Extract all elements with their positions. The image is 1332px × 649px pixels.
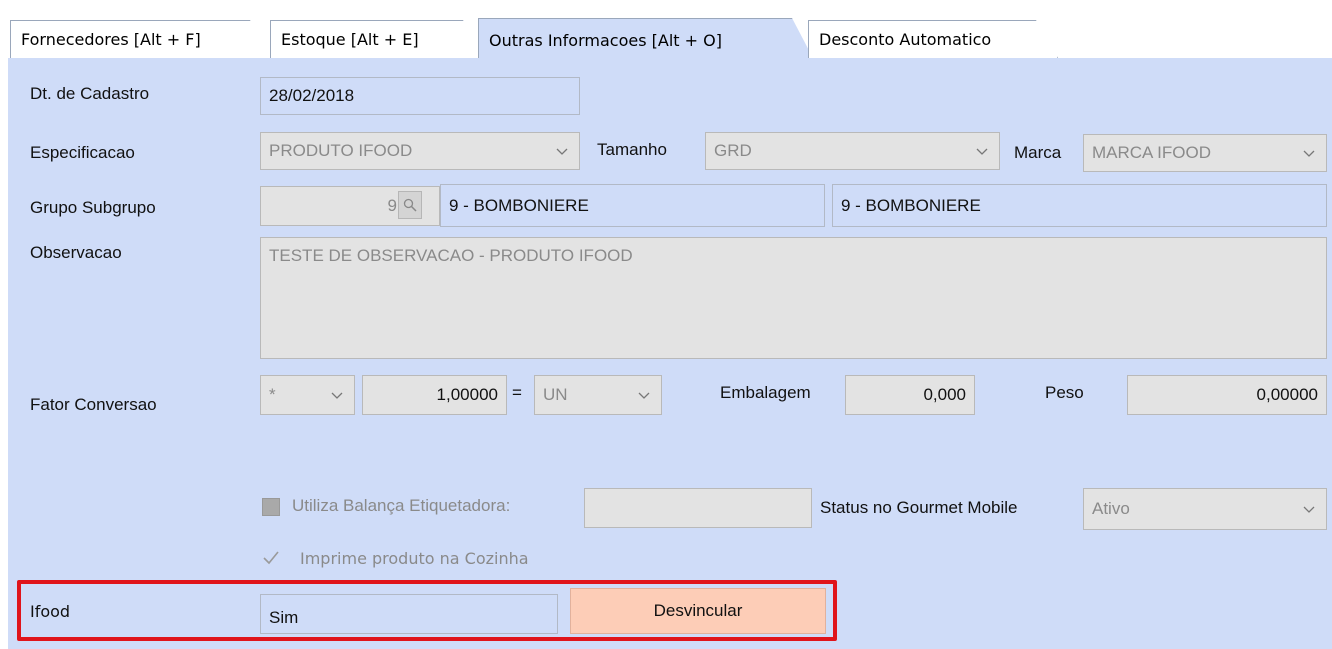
status-gourmet-select[interactable]: Ativo [1083,488,1327,530]
tab-estoque-label: Estoque [Alt + E] [281,30,419,49]
subgrupo-field: 9 - BOMBONIERE [832,184,1327,227]
embalagem-label: Embalagem [720,383,811,402]
peso-label: Peso [1045,383,1084,402]
fator-unit-select[interactable]: UN [534,375,662,415]
grupo-search-button[interactable] [398,191,422,219]
observacao-textarea[interactable]: TESTE DE OBSERVACAO - PRODUTO IFOOD [260,237,1327,359]
tab-desconto-automatico[interactable]: Desconto Automatico [808,20,1058,58]
balanca-checkbox[interactable] [262,498,280,516]
tab-estoque[interactable]: Estoque [Alt + E] [270,20,485,58]
observacao-label: Observacao [30,243,122,262]
fator-equals-sign: = [512,383,522,402]
embalagem-field[interactable]: 0,000 [845,375,975,415]
status-gourmet-label: Status no Gourmet Mobile [820,498,1018,517]
grupo-subgrupo-label: Grupo Subgrupo [30,198,156,217]
fator-amount-field[interactable]: 1,00000 [362,375,507,415]
especificacao-select[interactable]: PRODUTO IFOOD [260,132,580,170]
chevron-down-icon [976,148,988,155]
marca-label: Marca [1014,143,1062,162]
fator-conversao-label: Fator Conversao [30,395,157,414]
peso-field[interactable]: 0,00000 [1127,375,1327,415]
dt-cadastro-label: Dt. de Cadastro [30,84,150,103]
tamanho-value: GRD [714,141,752,160]
balanca-label: Utiliza Balança Etiquetadora: [292,496,511,515]
grupo-code-value: 9 [387,196,397,215]
tamanho-label: Tamanho [597,140,667,159]
grupo-field: 9 - BOMBONIERE [440,184,825,227]
peso-value: 0,00000 [1256,385,1318,404]
chevron-down-icon [1303,150,1315,157]
dt-cadastro-field[interactable]: 28/02/2018 [260,77,580,115]
dt-cadastro-value: 28/02/2018 [269,86,355,105]
fator-amount-value: 1,00000 [436,385,498,404]
fator-operator-select[interactable]: * [260,375,355,415]
tab-desconto-automatico-label: Desconto Automatico [819,30,992,49]
highlight-box [17,580,837,641]
fator-unit-value: UN [543,385,568,404]
subgrupo-value: 9 - BOMBONIERE [841,195,981,215]
especificacao-value: PRODUTO IFOOD [269,141,413,160]
imprime-cozinha-label: Imprime produto na Cozinha [300,549,529,568]
marca-value: MARCA IFOOD [1092,143,1212,162]
status-gourmet-value: Ativo [1092,499,1130,518]
tab-fornecedores-label: Fornecedores [Alt + F] [21,30,201,49]
tab-fornecedores[interactable]: Fornecedores [Alt + F] [10,20,272,58]
especificacao-label: Especificacao [30,143,135,162]
tab-strip: Fornecedores [Alt + F] Estoque [Alt + E]… [0,0,1332,60]
grupo-value: 9 - BOMBONIERE [449,195,589,215]
marca-select[interactable]: MARCA IFOOD [1083,134,1327,172]
tab-outras-informacoes-label: Outras Informacoes [Alt + O] [489,31,722,50]
observacao-value: TESTE DE OBSERVACAO - PRODUTO IFOOD [269,246,633,265]
tamanho-select[interactable]: GRD [705,132,1000,170]
tab-outras-informacoes[interactable]: Outras Informacoes [Alt + O] [478,18,814,60]
chevron-down-icon [556,148,568,155]
embalagem-value: 0,000 [923,385,966,404]
chevron-down-icon [331,392,343,399]
balanca-field[interactable] [584,488,812,528]
search-icon [403,198,417,212]
check-icon[interactable] [262,549,280,567]
chevron-down-icon [638,392,650,399]
fator-operator-value: * [269,385,276,404]
chevron-down-icon [1303,506,1315,513]
